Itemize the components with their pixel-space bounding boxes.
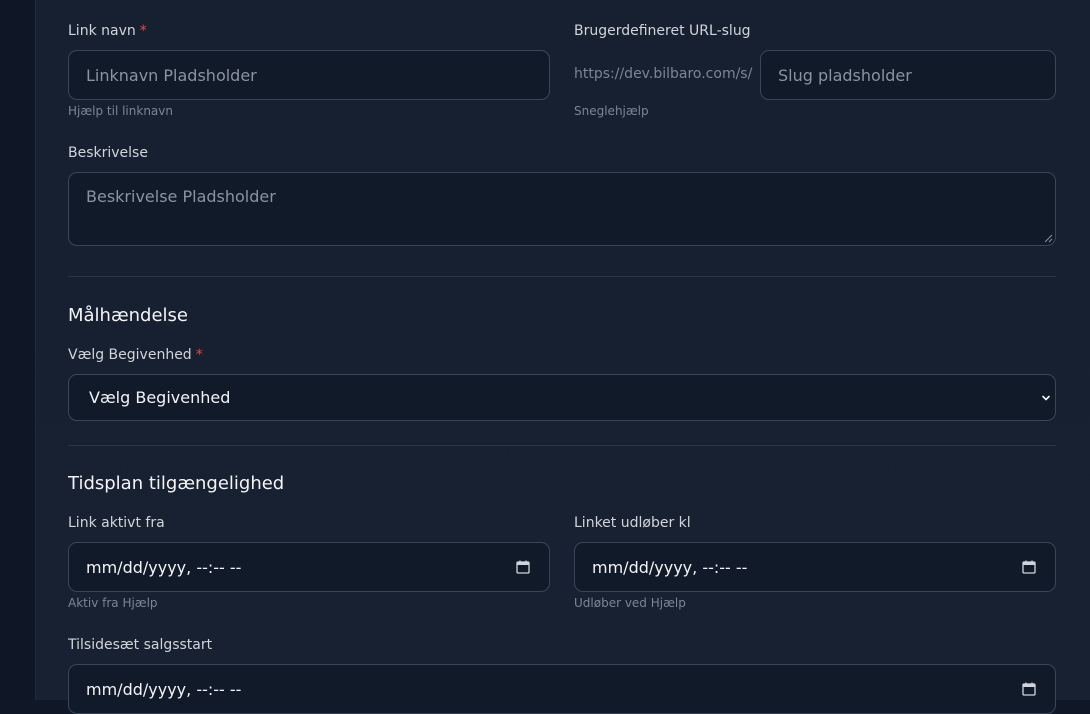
calendar-icon[interactable] (516, 560, 530, 574)
required-marker: * (195, 347, 203, 363)
slug-label: Brugerdefineret URL-slug (574, 23, 751, 39)
chevron-down-icon (1042, 395, 1050, 400)
expires-help: Udløber ved Hjælp (574, 596, 686, 610)
description-textarea[interactable]: Beskrivelse Pladsholder (68, 172, 1056, 246)
required-marker: * (139, 23, 147, 39)
active-from-value: mm/dd/yyyy, --:-- -- (86, 557, 242, 577)
link-name-label: Link navn * (68, 23, 147, 39)
section-divider (68, 276, 1056, 277)
event-select[interactable]: Vælg Begivenhed (68, 374, 1056, 421)
override-sales-start-input[interactable]: mm/dd/yyyy, --:-- -- (68, 664, 1056, 714)
slug-input[interactable]: Slug pladsholder (760, 50, 1056, 100)
expires-value: mm/dd/yyyy, --:-- -- (592, 557, 748, 577)
sidebar-edge (0, 0, 36, 700)
goal-event-title: Målhændelse (68, 305, 189, 326)
link-name-placeholder: Linknavn Pladsholder (86, 65, 257, 85)
active-from-label: Link aktivt fra (68, 515, 165, 531)
active-from-datetime-input[interactable]: mm/dd/yyyy, --:-- -- (68, 542, 550, 592)
slug-prefix: https://dev.bilbaro.com/s/ (574, 66, 753, 82)
link-name-input[interactable]: Linknavn Pladsholder (68, 50, 550, 100)
section-divider (68, 445, 1056, 446)
link-name-help: Hjælp til linknavn (68, 104, 173, 118)
slug-help: Sneglehjælp (574, 104, 649, 118)
slug-placeholder: Slug pladsholder (778, 65, 912, 85)
expires-label: Linket udløber kl (574, 515, 691, 531)
expires-datetime-input[interactable]: mm/dd/yyyy, --:-- -- (574, 542, 1056, 592)
description-placeholder: Beskrivelse Pladsholder (86, 187, 276, 206)
override-sales-start-label: Tilsidesæt salgsstart (68, 637, 213, 653)
calendar-icon[interactable] (1022, 682, 1036, 696)
active-from-help: Aktiv fra Hjælp (68, 596, 158, 610)
event-select-label: Vælg Begivenhed * (68, 347, 203, 363)
resize-handle-icon[interactable] (1044, 234, 1053, 243)
schedule-title: Tidsplan tilgængelighed (68, 473, 285, 494)
calendar-icon[interactable] (1022, 560, 1036, 574)
description-label: Beskrivelse (68, 145, 148, 161)
override-sales-start-value: mm/dd/yyyy, --:-- -- (86, 679, 242, 699)
event-select-value: Vælg Begivenhed (89, 388, 231, 407)
